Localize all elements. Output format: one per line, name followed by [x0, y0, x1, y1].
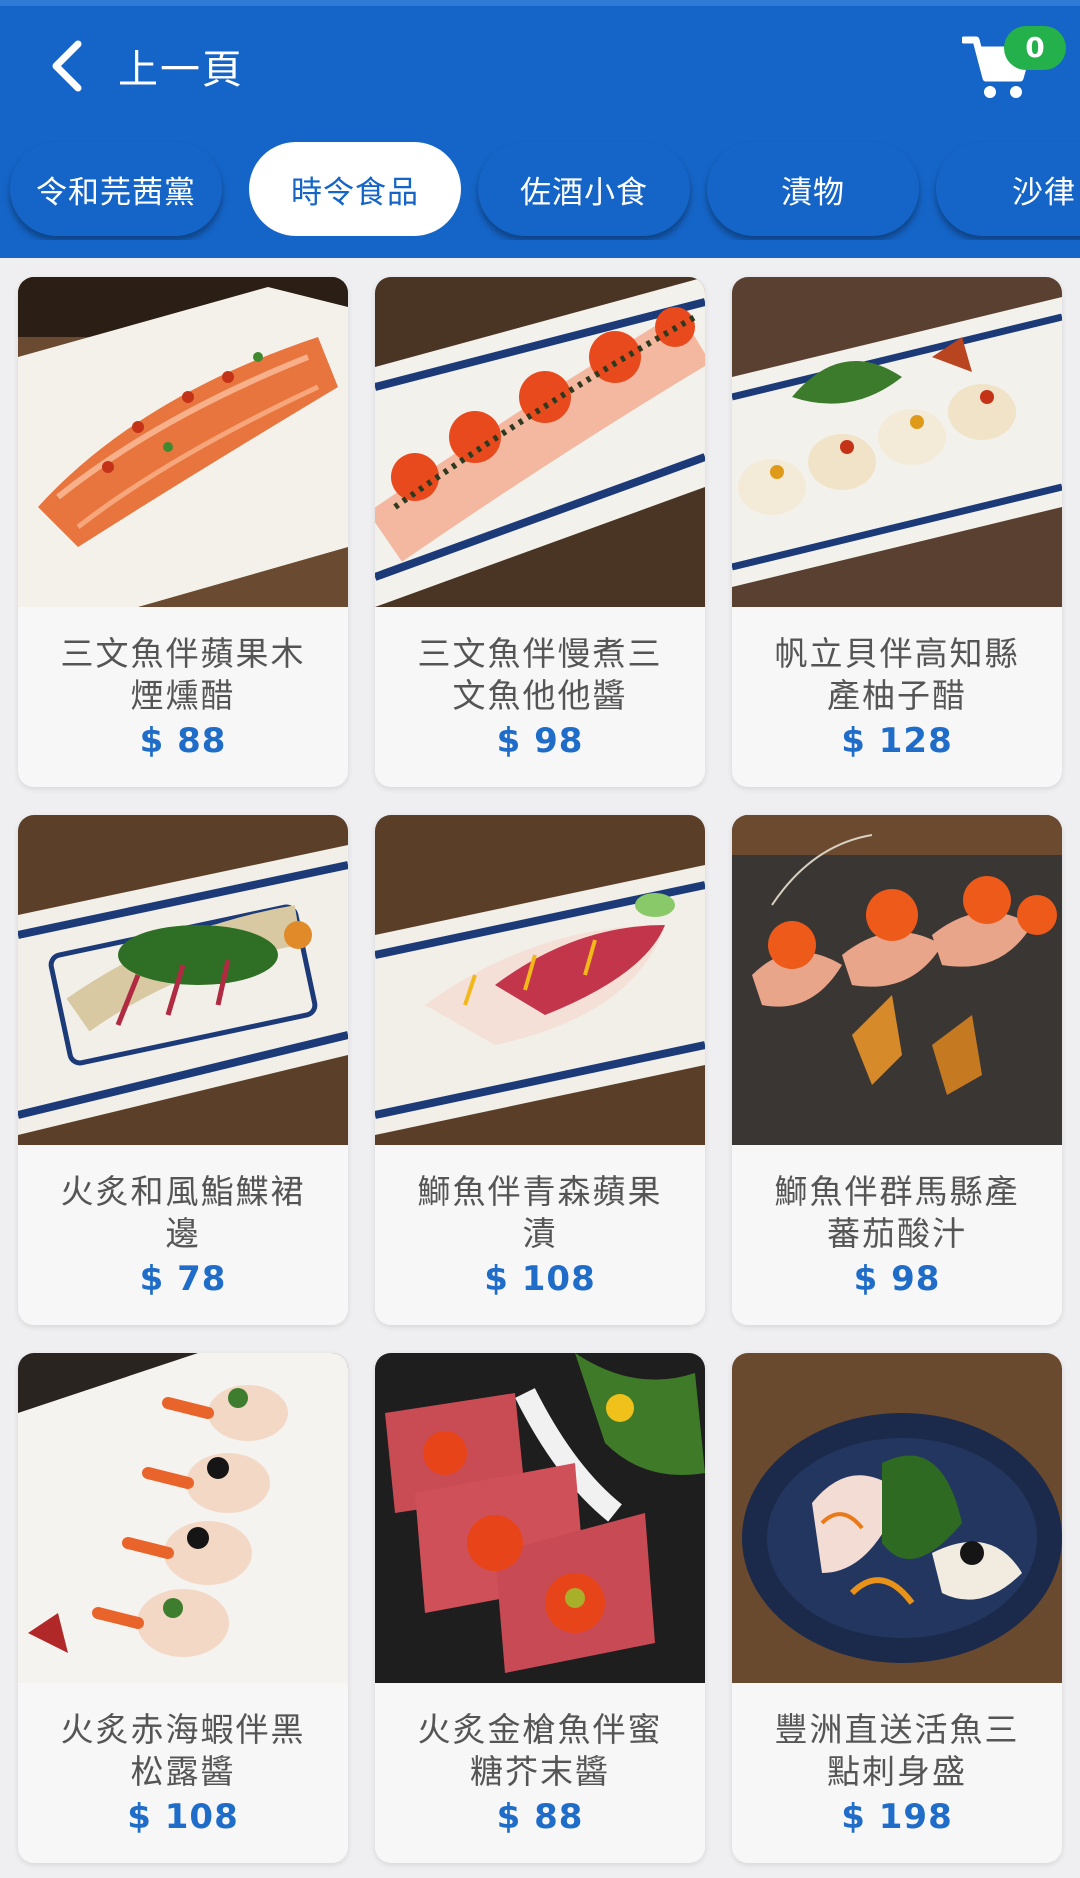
salmon-sashimi-photo	[18, 277, 348, 607]
item-name: 鰤魚伴青森蘋果漬	[417, 1172, 663, 1253]
yellowtail-tomato-photo	[732, 815, 1062, 1145]
tab-label: 令和芫茜黨	[36, 174, 196, 211]
item-price: $ 108	[127, 1797, 239, 1837]
flounder-fin-photo	[18, 815, 348, 1145]
item-price: $ 98	[853, 1259, 941, 1299]
menu-item-card[interactable]: 火炙赤海蝦伴黑松露醬 $ 108	[18, 1353, 348, 1863]
menu-item-card[interactable]: 火炙金槍魚伴蜜糖芥末醬 $ 88	[375, 1353, 705, 1863]
item-price: $ 128	[841, 721, 953, 761]
sashimi-platter-photo	[732, 1353, 1062, 1683]
item-name: 鰤魚伴群馬縣產蕃茄酸汁	[774, 1172, 1020, 1253]
menu-item-card[interactable]: 火炙和風鮨鰈裙邊 $ 78	[18, 815, 348, 1325]
item-name: 三文魚伴蘋果木煙燻醋	[60, 634, 306, 715]
item-price: $ 88	[496, 1797, 584, 1837]
tab-seasonal[interactable]: 時令食品	[249, 142, 461, 236]
tab-cilantro[interactable]: 令和芫茜黨	[10, 142, 222, 236]
back-button[interactable]: 上一頁	[44, 30, 244, 102]
tuna-tataki-photo	[375, 1353, 705, 1683]
item-name: 豐洲直送活魚三點刺身盛	[774, 1710, 1020, 1791]
menu-item-card[interactable]: 三文魚伴蘋果木煙燻醋 $ 88	[18, 277, 348, 787]
top-app-bar: 上一頁 0 令和芫茜黨 時令食品 佐酒小食 漬物 沙律	[0, 0, 1080, 258]
chevron-left-icon	[52, 40, 82, 92]
cart-button[interactable]: 0	[958, 26, 1068, 106]
item-price: $ 108	[484, 1259, 596, 1299]
item-name: 火炙赤海蝦伴黑松露醬	[60, 1710, 306, 1791]
tab-label: 沙律	[1012, 174, 1076, 211]
item-name: 火炙金槍魚伴蜜糖芥末醬	[417, 1710, 663, 1791]
scallop-photo	[732, 277, 1062, 607]
item-price: $ 98	[496, 721, 584, 761]
menu-grid: 三文魚伴蘋果木煙燻醋 $ 88 三文魚伴慢煮三文魚他他醬 $ 98 帆立貝伴高知…	[18, 277, 1064, 1863]
salmon-roe-roll-photo	[375, 277, 705, 607]
category-tabs: 令和芫茜黨 時令食品 佐酒小食 漬物 沙律	[0, 140, 1080, 240]
item-price: $ 88	[139, 721, 227, 761]
tab-salad[interactable]: 沙律	[936, 142, 1080, 236]
menu-item-card[interactable]: 鰤魚伴青森蘋果漬 $ 108	[375, 815, 705, 1325]
tab-label: 佐酒小食	[520, 174, 648, 211]
item-name: 帆立貝伴高知縣產柚子醋	[774, 634, 1020, 715]
status-hairline	[0, 0, 1080, 6]
menu-item-card[interactable]: 鰤魚伴群馬縣產蕃茄酸汁 $ 98	[732, 815, 1062, 1325]
tab-snacks[interactable]: 佐酒小食	[478, 142, 690, 236]
menu-item-card[interactable]: 三文魚伴慢煮三文魚他他醬 $ 98	[375, 277, 705, 787]
red-shrimp-photo	[18, 1353, 348, 1683]
yellowtail-apple-photo	[375, 815, 705, 1145]
tab-pickles[interactable]: 漬物	[707, 142, 919, 236]
tab-label: 漬物	[781, 174, 845, 211]
menu-item-card[interactable]: 帆立貝伴高知縣產柚子醋 $ 128	[732, 277, 1062, 787]
tab-label: 時令食品	[291, 174, 419, 211]
item-price: $ 78	[139, 1259, 227, 1299]
cart-count-badge: 0	[1004, 26, 1066, 70]
item-name: 火炙和風鮨鰈裙邊	[60, 1172, 306, 1253]
item-name: 三文魚伴慢煮三文魚他他醬	[417, 634, 663, 715]
item-price: $ 198	[841, 1797, 953, 1837]
menu-item-card[interactable]: 豐洲直送活魚三點刺身盛 $ 198	[732, 1353, 1062, 1863]
back-label: 上一頁	[118, 47, 244, 93]
